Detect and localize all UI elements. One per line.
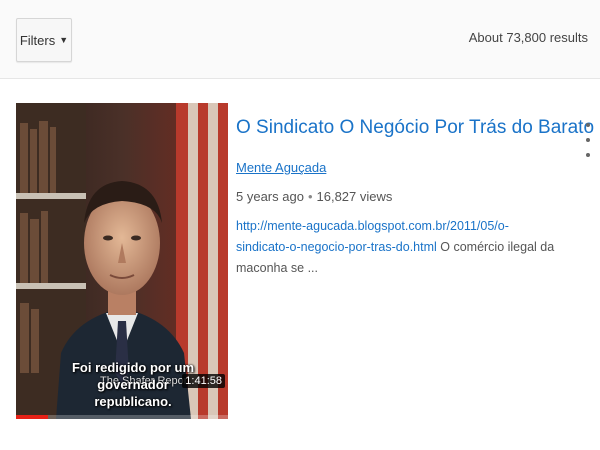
upload-age: 5 years ago <box>236 189 304 204</box>
search-result: The Shafer Report, 1 Foi redigido por um… <box>16 103 596 419</box>
video-title-link[interactable]: O Sindicato O Negócio Por Trás do Barato <box>236 117 594 139</box>
kebab-dot <box>586 138 590 142</box>
video-meta: 5 years ago • 16,827 views <box>236 189 566 204</box>
result-details: O Sindicato O Negócio Por Trás do Barato… <box>236 103 594 279</box>
video-thumbnail[interactable]: The Shafer Report, 1 Foi redigido por um… <box>16 103 228 419</box>
kebab-dot <box>586 153 590 157</box>
caret-down-icon: ▼ <box>59 35 69 45</box>
more-vertical-icon[interactable] <box>582 123 594 157</box>
watch-progress-bar <box>16 415 228 419</box>
video-duration: 1:41:58 <box>182 374 225 388</box>
results-header: Filters ▼ About 73,800 results <box>0 0 600 79</box>
video-description: http://mente-agucada.blogspot.com.br/201… <box>236 216 556 279</box>
filters-label: Filters <box>19 32 56 48</box>
filters-button[interactable]: Filters ▼ <box>16 18 72 62</box>
channel-link[interactable]: Mente Aguçada <box>236 160 326 175</box>
view-count: 16,827 views <box>316 189 393 204</box>
separator-dot: • <box>307 189 313 204</box>
result-count: About 73,800 results <box>468 30 588 45</box>
watch-progress-fill <box>16 415 48 419</box>
kebab-dot <box>586 123 590 127</box>
